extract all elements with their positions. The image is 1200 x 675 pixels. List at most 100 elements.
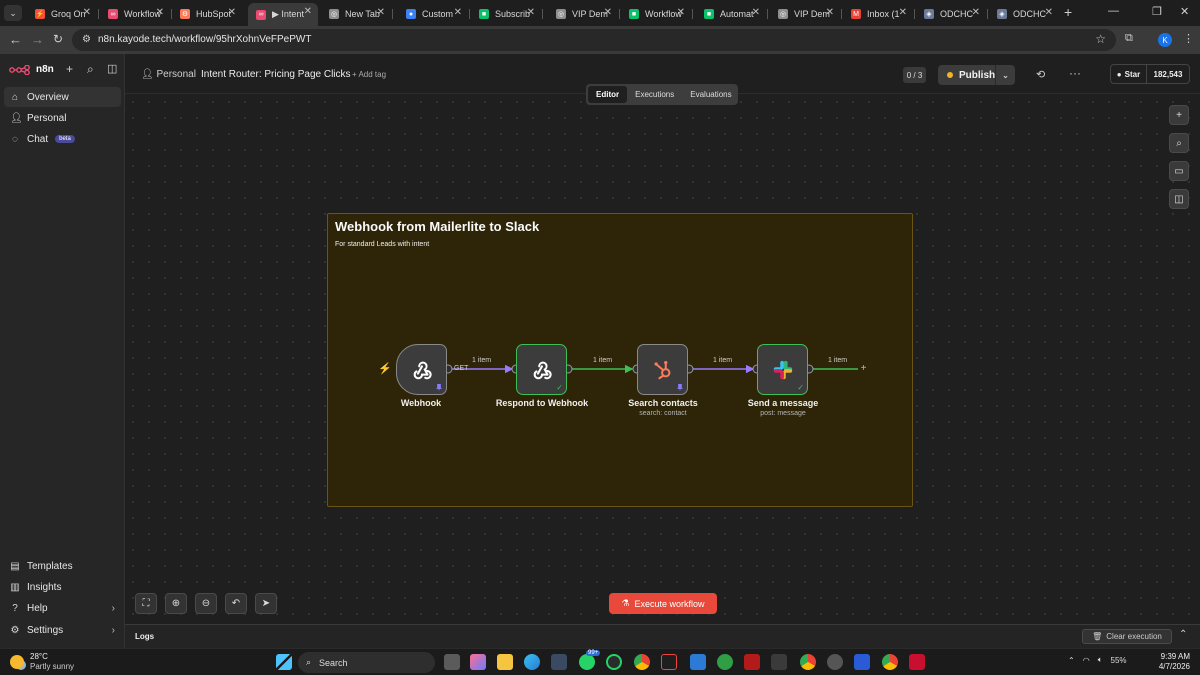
sidebar-item-templates[interactable]: ▤ Templates: [4, 556, 121, 576]
add-next-node-button[interactable]: +: [858, 363, 869, 374]
chrome-icon[interactable]: [634, 654, 650, 670]
browser-tab[interactable]: ∞ ▶ Intent ✕: [248, 3, 318, 26]
production-checklist-counter[interactable]: 0 / 3: [903, 67, 926, 83]
edge-icon[interactable]: [524, 654, 540, 670]
browser-menu-icon[interactable]: ⋮: [1183, 32, 1194, 45]
sidebar-item-settings[interactable]: ⚙ Settings ›: [4, 620, 121, 640]
node-search-contacts[interactable]: [637, 344, 688, 395]
execute-workflow-button[interactable]: ⚗ Execute workflow: [609, 593, 717, 614]
logs-label[interactable]: Logs: [135, 632, 154, 641]
whatsapp-alt-icon[interactable]: [606, 654, 622, 670]
address-bar[interactable]: ⚙ n8n.kayode.tech/workflow/95hrXohnVeFPe…: [72, 29, 1116, 51]
browser-tab[interactable]: ⚡ Groq On ✕: [27, 4, 97, 24]
browser-tab[interactable]: ◎ VIP Dem ✕: [770, 4, 840, 24]
tab-editor[interactable]: Editor: [588, 86, 628, 103]
history-icon[interactable]: ⟲: [1036, 68, 1045, 81]
chrome-profile-icon[interactable]: [800, 654, 816, 670]
browser-tab[interactable]: ◈ ODCHC ✕: [916, 4, 986, 24]
file-explorer-icon[interactable]: [497, 654, 513, 670]
workflow-name[interactable]: Intent Router: Pricing Page Clicks: [201, 69, 351, 80]
browser-tab[interactable]: ◈ ODCHC ✕: [989, 4, 1059, 24]
github-star-button[interactable]: ● Star 182,543: [1110, 64, 1190, 84]
weather-widget[interactable]: 28°C Partly sunny: [10, 652, 74, 672]
vscode-icon[interactable]: [690, 654, 706, 670]
node-send-a-message[interactable]: ✓: [757, 344, 808, 395]
zoom-out-icon[interactable]: ⊖: [195, 593, 217, 614]
clear-execution-button[interactable]: 🗑︎ Clear execution: [1082, 629, 1172, 644]
more-options-icon[interactable]: ···: [1069, 66, 1081, 80]
back-button[interactable]: ←: [9, 32, 22, 47]
app-icon[interactable]: [661, 654, 677, 670]
node-respond-to-webhook[interactable]: ✓: [516, 344, 567, 395]
bookmark-star-icon[interactable]: ☆: [1095, 32, 1106, 46]
close-tab-icon[interactable]: ✕: [527, 7, 535, 18]
close-tab-icon[interactable]: ✕: [972, 7, 980, 18]
store-icon[interactable]: [551, 654, 567, 670]
close-window-button[interactable]: ✕: [1180, 5, 1189, 18]
close-tab-icon[interactable]: ✕: [899, 7, 907, 18]
chevron-down-icon[interactable]: ⌄: [995, 65, 1015, 85]
task-view-icon[interactable]: [444, 654, 460, 670]
close-tab-icon[interactable]: ✕: [83, 7, 91, 18]
new-tab-button[interactable]: +: [1064, 4, 1072, 20]
minimize-button[interactable]: —: [1108, 5, 1119, 17]
node-webhook[interactable]: [396, 344, 447, 395]
browser-tab[interactable]: ● Custom ✕: [398, 4, 468, 24]
collapse-sidebar-icon[interactable]: ◫: [107, 62, 117, 75]
n8n-logo[interactable]: n8n: [9, 64, 54, 75]
browser-tab[interactable]: ◎ VIP Dem ✕: [548, 4, 618, 24]
extensions-icon[interactable]: ⧉: [1125, 32, 1133, 45]
close-tab-icon[interactable]: ✕: [304, 6, 312, 17]
add-node-button[interactable]: +: [1169, 105, 1189, 125]
tab-evaluations[interactable]: Evaluations: [682, 86, 739, 103]
tab-search-button[interactable]: ⌄: [4, 5, 22, 21]
browser-tab[interactable]: ■ Workflow ✕: [621, 4, 691, 24]
chrome-alt-icon[interactable]: [882, 654, 898, 670]
sidebar-item-overview[interactable]: ⌂ Overview: [4, 87, 121, 107]
restore-button[interactable]: ❐: [1152, 5, 1162, 18]
sidebar-item-chat[interactable]: ◌ Chat beta: [4, 129, 121, 149]
expand-logs-icon[interactable]: ⌃: [1179, 629, 1187, 640]
sidebar-item-insights[interactable]: ▥ Insights: [4, 577, 121, 597]
reload-button[interactable]: ↻: [53, 32, 63, 46]
word-icon[interactable]: [854, 654, 870, 670]
copilot-icon[interactable]: [470, 654, 486, 670]
app-icon[interactable]: [771, 654, 787, 670]
browser-tab[interactable]: ■ Automat ✕: [696, 4, 766, 24]
search-icon[interactable]: ⌕: [87, 62, 94, 77]
close-tab-icon[interactable]: ✕: [1045, 7, 1053, 18]
publish-button[interactable]: Publish ⌄: [938, 65, 1015, 85]
profile-avatar[interactable]: K: [1158, 33, 1172, 47]
start-icon[interactable]: [276, 654, 292, 670]
app-icon[interactable]: [827, 654, 843, 670]
tab-executions[interactable]: Executions: [627, 86, 682, 103]
close-tab-icon[interactable]: ✕: [826, 7, 834, 18]
add-icon[interactable]: +: [66, 62, 73, 76]
sticky-note-icon[interactable]: ▭: [1169, 161, 1189, 181]
browser-tab[interactable]: ∞ Workflow ✕: [100, 4, 170, 24]
system-tray[interactable]: ⌃ ◠ 🔈︎ 55%: [1068, 655, 1127, 665]
close-tab-icon[interactable]: ✕: [677, 7, 685, 18]
site-info-icon[interactable]: ⚙: [82, 34, 91, 45]
wps-icon[interactable]: [909, 654, 925, 670]
xbox-icon[interactable]: [717, 654, 733, 670]
undo-icon[interactable]: ↶: [225, 593, 247, 614]
browser-tab[interactable]: M Inbox (1 ✕: [843, 4, 913, 24]
browser-tab[interactable]: ⚙ HubSpot ✕: [172, 4, 242, 24]
close-tab-icon[interactable]: ✕: [604, 7, 612, 18]
add-tag-button[interactable]: + Add tag: [352, 70, 386, 79]
breadcrumb[interactable]: 👤︎ Personal: [141, 69, 196, 80]
taskbar-search[interactable]: ⌕ Search: [298, 652, 435, 673]
zoom-in-icon[interactable]: ⊕: [165, 593, 187, 614]
clock[interactable]: 9:39 AM 4/7/2026: [1150, 652, 1190, 672]
fit-view-icon[interactable]: ⛶: [135, 593, 157, 614]
panel-toggle-icon[interactable]: ◫: [1169, 189, 1189, 209]
browser-tab[interactable]: ■ Subscrib ✕: [471, 4, 541, 24]
close-tab-icon[interactable]: ✕: [752, 7, 760, 18]
sidebar-item-personal[interactable]: 👤︎ Personal: [4, 108, 121, 128]
search-nodes-icon[interactable]: ⌕: [1169, 133, 1189, 153]
close-tab-icon[interactable]: ✕: [156, 7, 164, 18]
browser-tab[interactable]: ◎ New Tab ✕: [321, 4, 391, 24]
whatsapp-icon[interactable]: [579, 654, 595, 670]
close-tab-icon[interactable]: ✕: [454, 7, 462, 18]
